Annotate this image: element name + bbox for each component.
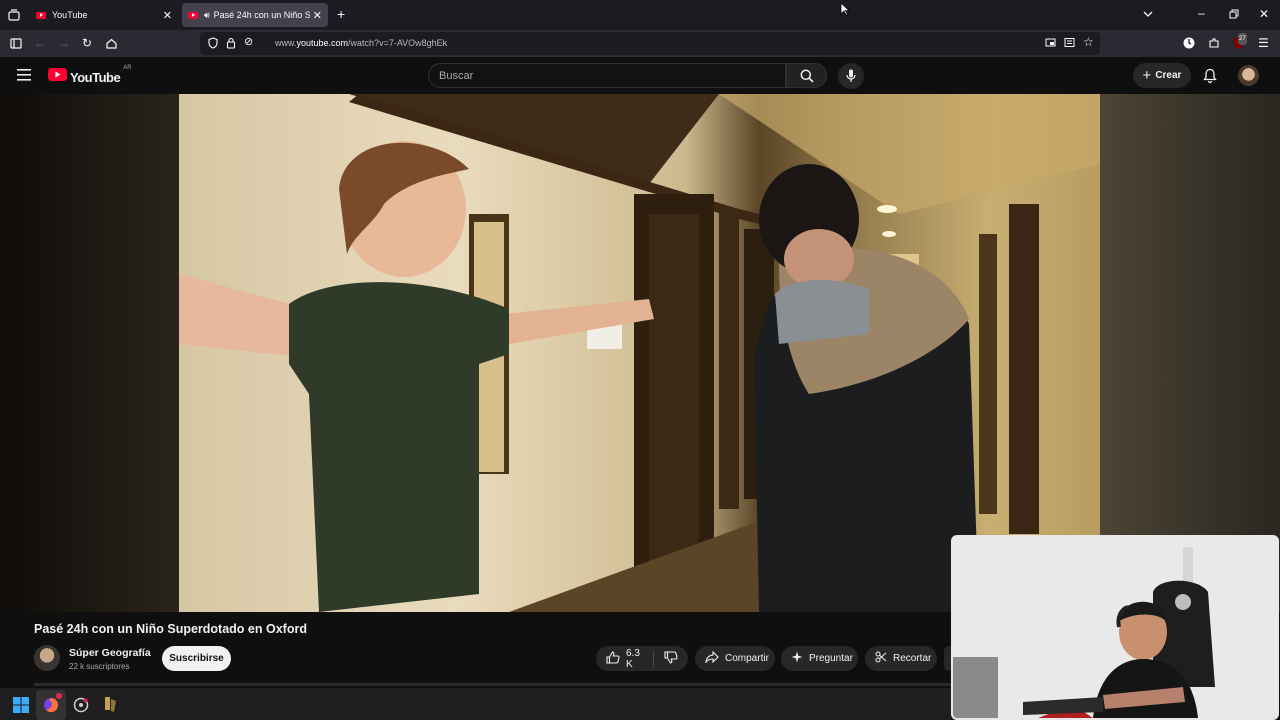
bell-icon[interactable] <box>1203 68 1217 88</box>
reader-view-icon[interactable] <box>1064 37 1075 50</box>
tracking-shield-icon[interactable] <box>208 37 218 51</box>
minimize-icon[interactable]: – <box>1198 7 1205 19</box>
extension-badge: 27 <box>1238 33 1247 45</box>
url-prefix: www. <box>275 38 297 48</box>
app-menu-icon[interactable]: ☰ <box>1258 37 1269 49</box>
voice-search-button[interactable] <box>838 63 864 89</box>
address-bar[interactable]: ⊘ www.youtube.com/watch?v=7-AVOw8ghEk ☆ <box>200 32 1100 55</box>
like-count: 6.3 K <box>626 647 640 670</box>
country-code: AR <box>123 65 132 71</box>
sidebar-toggle-icon[interactable] <box>10 38 22 51</box>
like-icon <box>606 650 620 667</box>
home-icon[interactable] <box>106 38 117 51</box>
create-button[interactable]: + Crear <box>1133 63 1191 88</box>
create-label: Crear <box>1155 70 1182 81</box>
browser-nav-bar: ← → ↻ ⊘ www.youtube.com/watch?v=7-AVOw8g… <box>0 30 1280 57</box>
search-input[interactable]: Buscar <box>439 70 473 82</box>
tab-overview-icon[interactable] <box>8 9 20 23</box>
share-icon <box>705 650 719 666</box>
app-icon[interactable] <box>73 697 89 718</box>
sparkle-icon <box>791 651 803 666</box>
tab-title: YouTube <box>52 10 88 20</box>
url-path: /watch?v=7-AVOw8ghEk <box>348 38 448 48</box>
back-icon[interactable]: ← <box>34 37 46 49</box>
tab-youtube[interactable]: YouTube ✕ <box>30 3 178 27</box>
search-icon <box>800 69 814 88</box>
divider <box>653 650 654 667</box>
mouse-cursor-icon <box>840 2 851 18</box>
plus-icon: + <box>1142 67 1152 84</box>
user-avatar[interactable] <box>1238 65 1259 86</box>
notification-dot <box>56 693 62 699</box>
share-button[interactable]: Compartir <box>695 646 775 671</box>
mic-icon <box>846 69 856 88</box>
firefox-icon[interactable] <box>36 690 66 720</box>
youtube-masthead: YouTube AR Buscar + Crear <box>0 57 1280 94</box>
restore-icon[interactable] <box>1229 9 1239 21</box>
clip-label: Recortar <box>893 653 932 664</box>
ublock-extension-icon[interactable]: 27 <box>1233 33 1247 52</box>
share-label: Compartir <box>725 653 769 664</box>
menu-icon[interactable] <box>17 68 31 86</box>
game-launcher-icon[interactable] <box>102 696 118 719</box>
tab-video[interactable]: 🔊︎ Pasé 24h con un Niño Sup ✕ <box>182 3 328 27</box>
new-tab-icon[interactable]: + <box>337 7 345 21</box>
tab-title: Pasé 24h con un Niño Sup <box>213 10 310 20</box>
browser-tab-strip: YouTube ✕ 🔊︎ Pasé 24h con un Niño Sup ✕ … <box>0 0 1280 30</box>
youtube-play-logo-icon <box>48 68 67 86</box>
close-window-icon[interactable]: ✕ <box>1259 8 1269 20</box>
webcam-scene <box>953 537 1277 718</box>
forward-icon[interactable]: → <box>58 37 70 49</box>
clip-button[interactable]: Recortar <box>865 646 937 671</box>
ask-button[interactable]: Preguntar <box>781 646 858 671</box>
youtube-logo[interactable]: YouTube AR <box>48 65 132 86</box>
search-box[interactable]: Buscar <box>428 63 786 88</box>
account-icon[interactable] <box>1183 37 1195 51</box>
scissors-icon <box>875 651 887 666</box>
like-dislike-group: 6.3 K <box>596 646 688 671</box>
url-text[interactable]: www.youtube.com/watch?v=7-AVOw8ghEk <box>275 38 447 48</box>
subscriber-count: 22 k suscriptores <box>69 662 130 671</box>
webcam-overlay <box>951 535 1279 720</box>
autoplay-permission-icon[interactable]: ⊘ <box>244 36 253 48</box>
youtube-logo-text: YouTube <box>70 69 121 85</box>
channel-name[interactable]: Súper Geografía <box>69 647 151 659</box>
list-tabs-icon[interactable] <box>1142 8 1154 22</box>
picture-in-picture-icon[interactable] <box>1045 37 1056 50</box>
subscribe-button[interactable]: Suscribirse <box>162 646 231 671</box>
video-title: Pasé 24h con un Niño Superdotado en Oxfo… <box>34 622 307 636</box>
bookmark-star-icon[interactable]: ☆ <box>1083 36 1094 48</box>
reload-icon[interactable]: ↻ <box>82 37 92 49</box>
extensions-icon[interactable] <box>1208 37 1220 51</box>
video-side-blur-left <box>0 94 179 612</box>
dislike-icon[interactable] <box>664 650 678 667</box>
windows-start-icon[interactable] <box>13 697 29 718</box>
lock-icon[interactable] <box>226 37 236 51</box>
url-domain: youtube.com <box>296 38 349 48</box>
close-tab-icon[interactable]: ✕ <box>313 9 322 22</box>
windows-taskbar <box>0 688 951 720</box>
close-tab-icon[interactable]: ✕ <box>163 9 172 22</box>
speaker-icon[interactable]: 🔊︎ <box>204 10 210 21</box>
like-button[interactable]: 6.3 K <box>606 648 643 670</box>
youtube-favicon-icon <box>36 11 46 19</box>
channel-avatar[interactable] <box>34 645 60 671</box>
description-box-edge <box>34 683 951 686</box>
search-button[interactable] <box>786 63 827 88</box>
youtube-favicon-icon <box>188 11 198 19</box>
ask-label: Preguntar <box>809 653 853 664</box>
